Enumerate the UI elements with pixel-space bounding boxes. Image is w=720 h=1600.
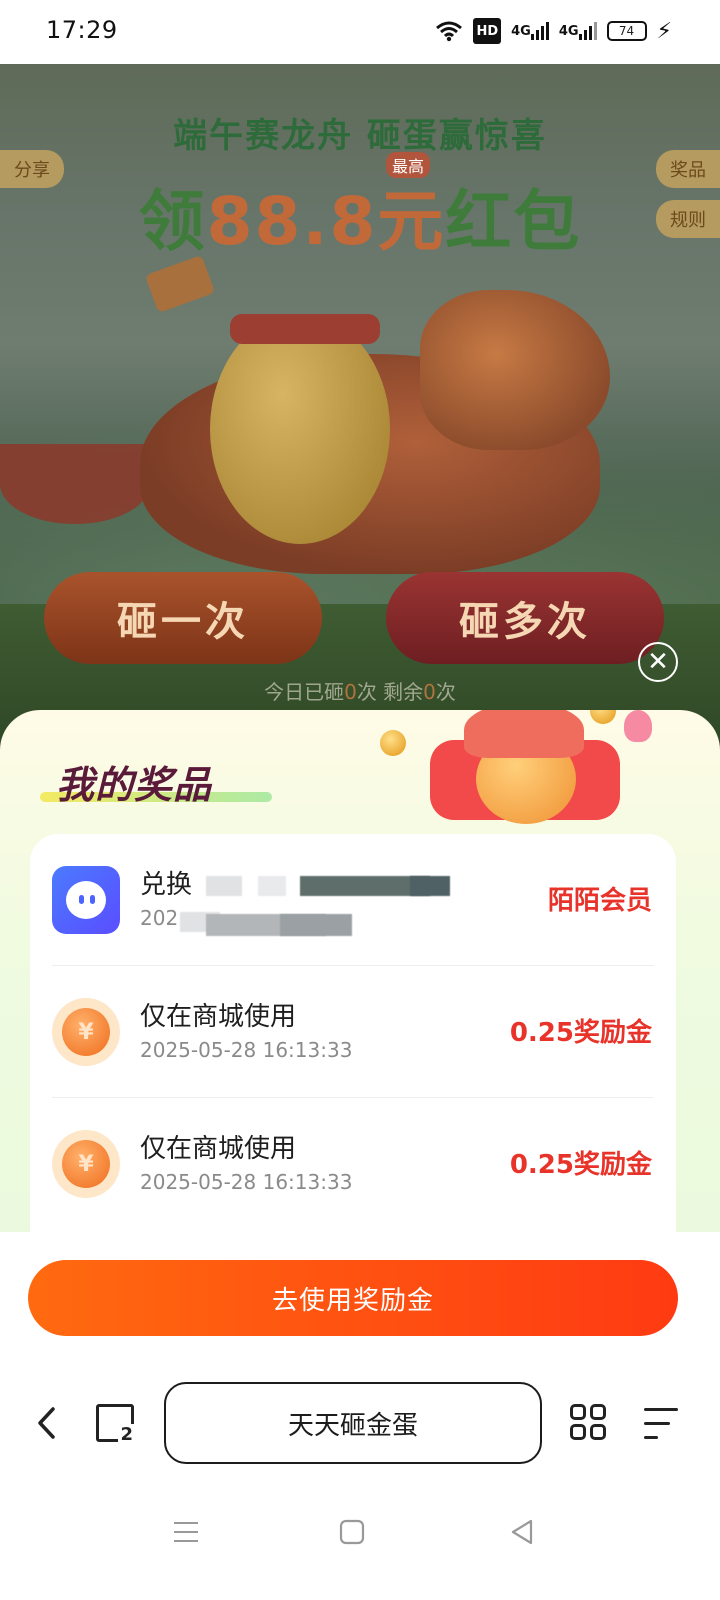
- browser-toolbar: 2 天天砸金蛋: [0, 1362, 720, 1486]
- dragon-boat-illustration: [0, 444, 150, 524]
- status-time: 17:29: [46, 16, 118, 44]
- coin-decoration: [590, 710, 616, 724]
- coin-icon: ¥: [52, 998, 120, 1066]
- redacted-text: [410, 876, 450, 896]
- system-navigation-bar: [0, 1486, 720, 1600]
- coin-decoration: [380, 730, 406, 756]
- prize-value: 0.25奖励金: [509, 1150, 652, 1180]
- promo-badge: 最高: [386, 152, 431, 178]
- prize-date: 2025-05-28 16:13:33: [140, 1038, 353, 1062]
- today-prefix: 今日已砸: [264, 680, 345, 704]
- redacted-text: [258, 876, 286, 896]
- close-icon: ✕: [647, 647, 669, 677]
- momo-app-icon: [52, 866, 120, 934]
- prize-title: 仅在商城使用: [140, 1002, 297, 1032]
- status-bar: 17:29 HD 4G 4G 74 ⚡: [0, 0, 720, 64]
- square-home-icon: [339, 1519, 365, 1545]
- today-mid: 次 剩余: [356, 680, 424, 704]
- dragon-head-illustration: [420, 290, 610, 450]
- prize-row[interactable]: 兑换 202 陌陌会员: [30, 834, 676, 966]
- mascot-illustration: [380, 710, 652, 824]
- my-prizes-sheet: 我的奖品 兑换 202 陌陌会员 ¥ 仅在商城使用 2025-05-28 16:…: [0, 710, 720, 1270]
- hit-multiple-button[interactable]: 砸多次: [386, 572, 664, 664]
- address-bar[interactable]: 天天砸金蛋: [164, 1382, 542, 1464]
- status-icons: HD 4G 4G 74 ⚡: [435, 18, 672, 44]
- battery-icon: 74: [606, 21, 647, 41]
- hit-once-button[interactable]: 砸一次: [44, 572, 322, 664]
- promo-headline: 端午赛龙舟 砸蛋赢惊喜: [173, 116, 547, 156]
- back-button[interactable]: [26, 1400, 66, 1446]
- promo-background: 端午赛龙舟 砸蛋赢惊喜 领88.8元红包 最高 分享 奖品 规则 砸一次 砸多次…: [0, 64, 720, 764]
- menu-lines-icon: [174, 1522, 198, 1542]
- signal-icon: 4G: [511, 18, 549, 44]
- promo-main-prefix: 领: [138, 183, 207, 260]
- today-hits-value: 0: [344, 680, 357, 704]
- prize-row[interactable]: ¥ 仅在商城使用 2025-05-28 16:13:33 0.25奖励金: [30, 966, 676, 1098]
- tabs-button[interactable]: 2: [96, 1404, 135, 1445]
- promo-main-amount: 88.8元: [206, 183, 446, 260]
- hd-voice-icon: HD: [473, 18, 502, 44]
- network-type-label: 4G: [511, 23, 531, 39]
- share-button[interactable]: 分享: [0, 150, 64, 188]
- redacted-text: [206, 876, 242, 896]
- home-button[interactable]: [334, 1514, 370, 1550]
- chevron-left-icon: [38, 1407, 55, 1439]
- today-suffix: 次: [435, 680, 456, 704]
- prize-row[interactable]: ¥ 仅在商城使用 2025-05-28 16:13:33 0.25奖励金: [30, 1098, 676, 1230]
- promo-main-title: 领88.8元红包: [0, 168, 720, 264]
- use-button-area: 去使用奖励金: [0, 1232, 720, 1362]
- mascot-hat: [464, 710, 584, 758]
- tab-count: 2: [118, 1424, 135, 1445]
- prize-value: 陌陌会员: [547, 886, 652, 916]
- flower-icon: [624, 710, 652, 742]
- system-back-button[interactable]: [504, 1514, 540, 1550]
- prize-date: 2025-05-28 16:13:33: [140, 1170, 353, 1194]
- grid-menu-icon[interactable]: [570, 1404, 608, 1442]
- close-sheet-button[interactable]: ✕: [638, 642, 678, 682]
- wifi-icon: [435, 18, 463, 44]
- rules-button[interactable]: 规则: [656, 200, 720, 238]
- signal-icon-2: 4G: [559, 18, 597, 44]
- today-remaining-value: 0: [423, 680, 436, 704]
- prize-value: 0.25奖励金: [509, 1018, 652, 1048]
- prizes-button[interactable]: 奖品: [656, 150, 720, 188]
- menu-icon[interactable]: [644, 1406, 680, 1440]
- prize-list: 兑换 202 陌陌会员 ¥ 仅在商城使用 2025-05-28 16:13:33…: [30, 834, 676, 1270]
- recent-apps-button[interactable]: [168, 1514, 204, 1550]
- coin-icon: ¥: [52, 1130, 120, 1198]
- use-reward-button[interactable]: 去使用奖励金: [28, 1260, 678, 1336]
- charging-icon: ⚡: [656, 18, 672, 44]
- redacted-text: [280, 914, 352, 936]
- triangle-back-icon: [511, 1519, 533, 1545]
- prize-title: 兑换: [140, 870, 193, 900]
- prize-title: 仅在商城使用: [140, 1134, 297, 1164]
- sheet-title: 我的奖品: [56, 763, 213, 807]
- network-type-label-2: 4G: [558, 23, 579, 39]
- egg-mascot-illustration: [210, 314, 390, 544]
- promo-main-suffix: 红包: [445, 183, 582, 260]
- today-hit-count: 今日已砸0次 剩余0次: [0, 676, 720, 705]
- egg-headband-illustration: [230, 314, 380, 344]
- prize-date: 202: [140, 906, 179, 930]
